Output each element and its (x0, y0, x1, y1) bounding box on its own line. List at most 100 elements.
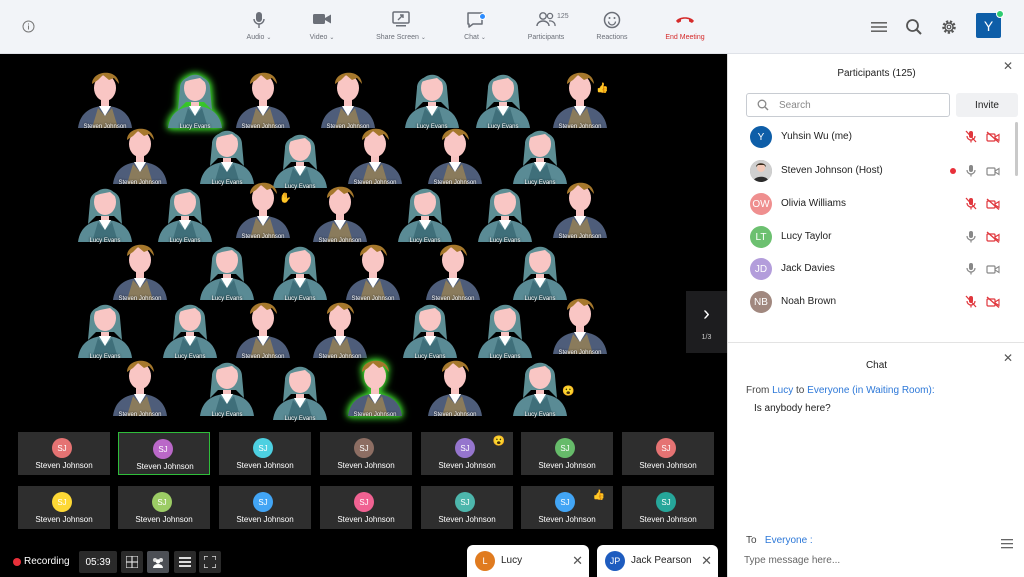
list-view-button[interactable] (174, 551, 196, 573)
video-tile[interactable]: SJ Steven Johnson (320, 432, 412, 475)
participant-avatar[interactable]: Steven Johnson (105, 238, 175, 302)
video-tile[interactable]: SJ Steven Johnson (421, 486, 513, 529)
participant-avatar[interactable]: Steven Johnson (420, 122, 490, 186)
participant-avatar[interactable]: Steven Johnson (340, 354, 410, 418)
participant-avatar[interactable]: Lucy Evans (70, 296, 140, 360)
video-tile[interactable]: SJ Steven Johnson (118, 486, 210, 529)
participant-avatar[interactable]: Steven Johnson (338, 238, 408, 302)
video-camera-icon[interactable] (986, 164, 1000, 182)
video-camera-icon[interactable] (986, 262, 1000, 280)
reactions-button[interactable]: Reactions (577, 10, 647, 50)
participant-avatar[interactable]: Steven Johnson (418, 238, 488, 302)
participant-avatar[interactable]: Lucy Evans (192, 238, 262, 302)
chat-button[interactable]: Chat ⌄ (440, 10, 510, 50)
participant-avatar[interactable]: Lucy Evans (150, 180, 220, 244)
participant-avatar[interactable]: Steven Johnson (228, 176, 298, 240)
chat-menu-icon[interactable] (1001, 536, 1013, 554)
next-page-button[interactable]: › 1/3 (686, 291, 727, 353)
audio-button[interactable]: Audio ⌄ (224, 10, 294, 50)
participant-avatar[interactable]: Lucy Evans (192, 122, 262, 186)
fullscreen-button[interactable] (199, 551, 221, 573)
participant-avatar[interactable]: Lucy Evans (265, 358, 335, 422)
video-tile[interactable]: SJ Steven Johnson (18, 432, 110, 475)
microphone-icon[interactable] (965, 164, 977, 182)
close-icon[interactable]: ✕ (701, 553, 712, 569)
participant-avatar[interactable]: Lucy Evans (505, 238, 575, 302)
chat-chip-lucy[interactable]: L Lucy ✕ (467, 545, 589, 577)
video-off-icon[interactable] (986, 230, 1000, 248)
sender-name[interactable]: Lucy (772, 385, 793, 396)
close-chat-icon[interactable]: ✕ (1003, 351, 1013, 365)
participant-avatar[interactable]: Lucy Evans (395, 296, 465, 360)
participant-avatar[interactable]: Steven Johnson (305, 296, 375, 360)
participant-row[interactable]: Steven Johnson (Host) (728, 156, 1018, 186)
participant-avatar[interactable]: Lucy Evans (70, 180, 140, 244)
participant-avatar[interactable]: Lucy Evans (390, 180, 460, 244)
participant-avatar[interactable]: Steven Johnson (545, 292, 615, 356)
invite-button[interactable]: Invite (956, 93, 1018, 117)
user-avatar[interactable]: Y (976, 10, 1004, 38)
search-input[interactable] (779, 98, 939, 112)
video-tile[interactable]: SJ Steven Johnson (521, 432, 613, 475)
video-off-icon[interactable] (986, 295, 1000, 313)
participant-avatar[interactable]: Lucy Evans (265, 238, 335, 302)
participant-row[interactable]: JD Jack Davies (728, 254, 1018, 284)
video-off-icon[interactable] (986, 197, 1000, 215)
video-tile[interactable]: SJ Steven Johnson (219, 486, 311, 529)
microphone-icon[interactable] (965, 230, 977, 248)
video-off-icon[interactable] (986, 130, 1000, 148)
info-icon[interactable] (22, 20, 35, 33)
video-button[interactable]: Video ⌄ (287, 10, 357, 50)
end-meeting-button[interactable]: End Meeting (650, 10, 720, 50)
close-icon[interactable]: ✕ (572, 553, 583, 569)
participant-avatar[interactable]: Steven Johnson (340, 122, 410, 186)
close-participants-icon[interactable]: ✕ (1003, 59, 1013, 73)
participant-avatar[interactable]: Steven Johnson (305, 180, 375, 244)
participant-row[interactable]: LT Lucy Taylor (728, 222, 1018, 252)
microphone-muted-icon[interactable] (965, 130, 977, 148)
recipient-name[interactable]: Everyone (in Waiting Room): (807, 385, 934, 396)
participant-avatar[interactable]: Steven Johnson (70, 66, 140, 130)
participants-button[interactable]: 125 Participants (511, 10, 581, 50)
share-screen-button[interactable]: Share Screen ⌄ (366, 10, 436, 50)
participant-avatar[interactable]: Steven Johnson (105, 122, 175, 186)
video-tile[interactable]: SJ Steven Johnson (622, 486, 714, 529)
participant-avatar[interactable]: Steven Johnson (228, 66, 298, 130)
video-tile[interactable]: SJ Steven Johnson (219, 432, 311, 475)
participant-avatar[interactable]: Lucy Evans (155, 296, 225, 360)
participant-avatar[interactable]: Lucy Evans (505, 122, 575, 186)
chat-message-input[interactable] (744, 551, 994, 569)
participant-avatar[interactable]: Steven Johnson (313, 66, 383, 130)
participant-avatar[interactable]: Lucy Evans (470, 180, 540, 244)
video-tile[interactable]: SJ Steven Johnson 😮 (421, 432, 513, 475)
video-tile[interactable]: SJ Steven Johnson 👍 (521, 486, 613, 529)
participant-avatar[interactable]: Steven Johnson (545, 176, 615, 240)
video-tile[interactable]: SJ Steven Johnson (320, 486, 412, 529)
microphone-muted-icon[interactable] (965, 197, 977, 215)
participant-row[interactable]: NB Noah Brown (728, 287, 1018, 317)
crowd-view-button[interactable] (147, 551, 169, 573)
gear-icon[interactable] (938, 16, 960, 38)
video-tile[interactable]: SJ Steven Johnson (622, 432, 714, 475)
participant-avatar[interactable]: Lucy Evans (397, 66, 467, 130)
search-icon[interactable] (903, 16, 925, 38)
microphone-icon[interactable] (965, 262, 977, 280)
grid-view-button[interactable] (121, 551, 143, 573)
video-tile[interactable]: SJ Steven Johnson (118, 432, 210, 475)
participant-row[interactable]: Y Yuhsin Wu (me) (728, 122, 1018, 152)
participant-avatar[interactable]: Lucy Evans (160, 66, 230, 130)
participant-avatar[interactable]: Lucy Evans (192, 354, 262, 418)
participant-avatar[interactable]: Steven Johnson (420, 354, 490, 418)
participant-avatar[interactable]: Lucy Evans (470, 296, 540, 360)
participant-row[interactable]: OW Olivia Williams (728, 189, 1018, 219)
menu-icon[interactable] (868, 16, 890, 38)
participant-avatar[interactable]: Lucy Evans (505, 354, 575, 418)
participant-avatar[interactable]: Steven Johnson (228, 296, 298, 360)
video-tile[interactable]: SJ Steven Johnson (18, 486, 110, 529)
microphone-muted-icon[interactable] (965, 295, 977, 313)
participant-avatar[interactable]: Steven Johnson (105, 354, 175, 418)
participant-avatar[interactable]: Steven Johnson (545, 66, 615, 130)
participant-scrollbar[interactable] (1015, 122, 1018, 176)
recipient-dropdown[interactable]: Everyone : (765, 535, 813, 546)
participant-avatar[interactable]: Lucy Evans (468, 66, 538, 130)
